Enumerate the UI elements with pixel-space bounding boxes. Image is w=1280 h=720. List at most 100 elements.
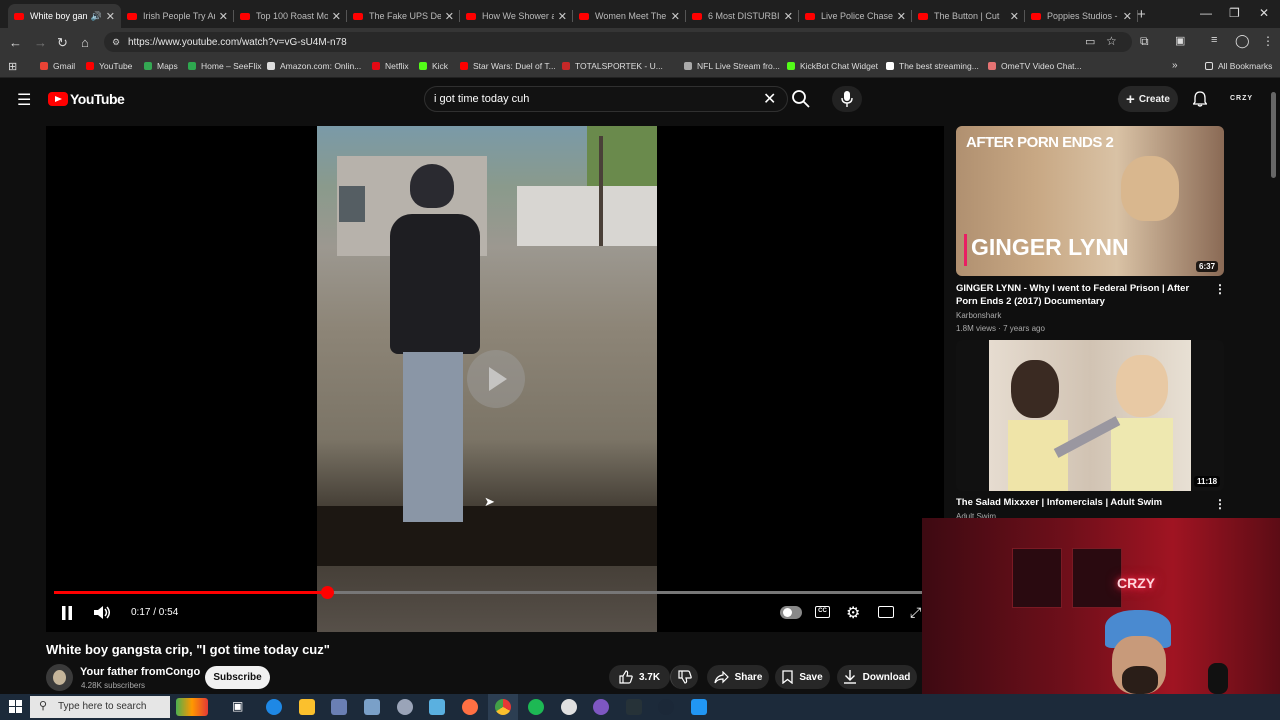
autoplay-toggle[interactable] [780, 606, 802, 619]
obs-icon[interactable] [561, 699, 577, 715]
all-bookmarks[interactable]: All Bookmarks [1205, 61, 1272, 71]
profile-icon[interactable]: ◯ [1235, 33, 1250, 49]
close-tab-icon[interactable]: ✕ [219, 10, 228, 23]
theater-mode-icon[interactable] [878, 606, 894, 618]
bookmark-item[interactable]: TOTALSPORTEK - U... [562, 61, 663, 71]
save-button[interactable]: Save [775, 665, 830, 689]
channel-name[interactable]: Your father fromCongo [80, 666, 200, 678]
browser-tab[interactable]: The Button | Cut ✕ [912, 4, 1025, 28]
more-actions-icon[interactable]: ⋮ [1214, 282, 1226, 296]
home-icon[interactable]: ⌂ [81, 35, 89, 50]
file-explorer-icon[interactable] [299, 699, 315, 715]
browser-tab[interactable]: Poppies Studios - ✕ [1025, 4, 1138, 28]
browser-tab[interactable]: The Fake UPS Deli ✕ [347, 4, 460, 28]
app-icon[interactable] [397, 699, 413, 715]
taskbar-search-input[interactable]: Type here to search [58, 701, 146, 712]
url-text[interactable]: https://www.youtube.com/watch?v=vG-sU4M-… [128, 37, 347, 48]
close-tab-icon[interactable]: ✕ [332, 10, 341, 23]
chrome-icon[interactable] [495, 699, 511, 715]
windows-start-icon[interactable] [9, 700, 22, 713]
create-button[interactable]: + Create [1118, 86, 1178, 112]
close-tab-icon[interactable]: ✕ [671, 10, 680, 23]
more-actions-icon[interactable]: ⋮ [1214, 497, 1226, 511]
bookmark-item[interactable]: Amazon.com: Onlin... [267, 61, 361, 71]
site-info-icon[interactable]: ⚙ [112, 37, 120, 48]
firefox-icon[interactable] [462, 699, 478, 715]
reload-icon[interactable]: ↻ [57, 35, 68, 51]
minimize-icon[interactable]: — [1200, 6, 1212, 20]
browser-tab[interactable]: 6 Most DISTURBIN ✕ [686, 4, 799, 28]
task-view-icon[interactable]: ▣ [232, 699, 248, 715]
new-tab-button[interactable]: + [1137, 6, 1146, 23]
dislike-button[interactable] [670, 665, 698, 689]
store-icon[interactable] [331, 699, 347, 715]
like-button[interactable]: 3.7K [609, 665, 670, 689]
scrollbar-thumb[interactable] [1271, 92, 1276, 178]
browser-tab[interactable]: Live Police Chases ✕ [799, 4, 912, 28]
volume-icon[interactable] [94, 605, 111, 620]
bookmark-item[interactable]: Home – SeeFlix [188, 61, 261, 71]
apps-grid-icon[interactable]: ⊞ [8, 60, 17, 73]
media-icon[interactable]: ≡ [1211, 34, 1217, 46]
share-button[interactable]: Share [707, 665, 769, 689]
more-bookmarks-icon[interactable]: » [1172, 60, 1178, 71]
pause-icon[interactable] [61, 606, 73, 620]
bookmark-item[interactable]: Kick [419, 61, 448, 71]
install-app-icon[interactable]: ▭ [1085, 35, 1095, 48]
captions-icon[interactable]: CC [815, 606, 830, 618]
forward-icon[interactable]: → [34, 35, 47, 50]
back-icon[interactable]: ← [9, 35, 22, 50]
recommendation-thumbnail[interactable]: 11:18 [956, 340, 1224, 491]
notifications-bell-icon[interactable] [1193, 91, 1207, 107]
browser-tab[interactable]: How We Shower a ✕ [460, 4, 573, 28]
bookmark-item[interactable]: YouTube [86, 61, 132, 71]
browser-tab[interactable]: Top 100 Roast Mo ✕ [234, 4, 347, 28]
bookmark-item[interactable]: The best streaming... [886, 61, 979, 71]
close-tab-icon[interactable]: ✕ [106, 10, 115, 23]
bookmark-item[interactable]: OmeTV Video Chat... [988, 61, 1082, 71]
search-highlight-icon[interactable] [176, 698, 208, 716]
browser-tab[interactable]: Women Meet The ✕ [573, 4, 686, 28]
bookmark-item[interactable]: Gmail [40, 61, 75, 71]
youtube-logo-text[interactable]: YouTube [70, 91, 125, 107]
close-tab-icon[interactable]: ✕ [897, 10, 906, 23]
close-tab-icon[interactable]: ✕ [784, 10, 793, 23]
app-icon[interactable] [691, 699, 707, 715]
close-tab-icon[interactable]: ✕ [558, 10, 567, 23]
recommendation-title[interactable]: The Salad Mixxxer | Infomercials | Adult… [956, 496, 1206, 509]
center-play-icon[interactable] [467, 350, 525, 408]
terminal-icon[interactable] [626, 699, 642, 715]
close-tab-icon[interactable]: ✕ [1123, 10, 1132, 23]
steam-icon[interactable] [658, 699, 674, 715]
bookmark-item[interactable]: Netflix [372, 61, 409, 71]
close-tab-icon[interactable]: ✕ [1010, 10, 1019, 23]
spotify-icon[interactable] [528, 699, 544, 715]
edge-browser-icon[interactable] [266, 699, 282, 715]
recommendation-channel[interactable]: Karbonshark [956, 311, 1001, 320]
account-avatar[interactable]: CRZY [1230, 95, 1253, 102]
browser-tab[interactable]: White boy gangsta 🔊 ✕ [8, 4, 121, 28]
video-frame[interactable] [317, 126, 657, 632]
bookmark-item[interactable]: Star Wars: Duel of T... [460, 61, 556, 71]
channel-avatar[interactable] [46, 664, 73, 691]
browser-tab[interactable]: Irish People Try Am ✕ [121, 4, 234, 28]
download-button[interactable]: Download [837, 665, 917, 689]
voice-search-button[interactable] [832, 86, 862, 112]
tab-audio-icon[interactable]: 🔊 [91, 11, 102, 22]
settings-gear-icon[interactable]: ⚙ [846, 603, 860, 623]
search-icon[interactable] [790, 88, 812, 110]
bookmark-item[interactable]: KickBot Chat Widget [787, 61, 878, 71]
calculator-icon[interactable] [364, 699, 380, 715]
hamburger-menu-icon[interactable]: ☰ [17, 90, 31, 110]
bookmark-item[interactable]: NFL Live Stream fro... [684, 61, 780, 71]
bookmark-item[interactable]: Maps [144, 61, 178, 71]
discord-icon[interactable] [593, 699, 609, 715]
close-tab-icon[interactable]: ✕ [445, 10, 454, 23]
clear-search-icon[interactable]: ✕ [763, 89, 776, 109]
close-window-icon[interactable]: ✕ [1259, 6, 1269, 20]
subscribe-button[interactable]: Subscribe [205, 666, 270, 689]
bookmark-star-icon[interactable]: ☆ [1106, 34, 1117, 48]
recommendation-thumbnail[interactable]: AFTER PORN ENDS 2 GINGER LYNN 6:37 [956, 126, 1224, 276]
progress-scrubber[interactable] [321, 586, 334, 599]
fullscreen-icon[interactable]: ⤢ [910, 604, 921, 621]
